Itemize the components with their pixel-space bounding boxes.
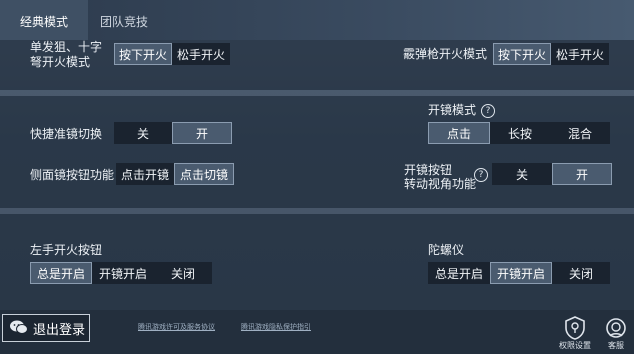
- permission-settings-label: 权限设置: [559, 341, 591, 350]
- scope-btn-view-label-line1: 开镜按钮: [404, 163, 453, 177]
- customer-service-label: 客服: [608, 341, 624, 350]
- scope-mode-hold-button[interactable]: 长按: [490, 122, 550, 144]
- side-scope-open-button[interactable]: 点击开镜: [116, 163, 174, 185]
- gyro-off-button[interactable]: 关闭: [552, 262, 610, 284]
- quick-scope-on-button[interactable]: 开: [172, 122, 232, 144]
- shotgun-press-fire-button[interactable]: 按下开火: [493, 43, 551, 65]
- headset-icon: [600, 316, 632, 340]
- scope-btn-view-off-button[interactable]: 关: [492, 163, 552, 185]
- privacy-guide-link[interactable]: 腾讯游戏隐私保护指引: [241, 322, 311, 332]
- scope-mode-segmented: 点击 长按 混合: [428, 122, 610, 144]
- bottom-bar: [0, 310, 634, 354]
- gyro-segmented: 总是开启 开镜开启 关闭: [428, 262, 610, 284]
- left-fire-off-button[interactable]: 关闭: [154, 262, 212, 284]
- sniper-fire-label-line2: 弩开火模式: [30, 55, 91, 69]
- wechat-icon: [9, 319, 29, 338]
- permission-settings-button[interactable]: 权限设置: [556, 316, 594, 351]
- scope-btn-view-on-button[interactable]: 开: [552, 163, 612, 185]
- gyro-always-button[interactable]: 总是开启: [428, 262, 490, 284]
- side-scope-segmented: 点击开镜 点击切镜: [116, 163, 234, 185]
- shotgun-fire-label: 霰弹枪开火模式: [403, 47, 488, 61]
- shield-icon: [556, 316, 594, 340]
- sniper-fire-label-line1: 单发狙、十字: [30, 40, 103, 54]
- scope-mode-label: 开镜模式: [428, 103, 477, 117]
- side-scope-label: 侧面镜按钮功能: [30, 168, 115, 182]
- gyro-label: 陀螺仪: [428, 243, 465, 257]
- quick-scope-label: 快捷准镜切换: [30, 127, 103, 141]
- scope-mode-mixed-button[interactable]: 混合: [550, 122, 610, 144]
- left-fire-scope-button[interactable]: 开镜开启: [92, 262, 154, 284]
- scope-btn-view-help-icon[interactable]: ?: [474, 168, 488, 182]
- quick-scope-off-button[interactable]: 关: [114, 122, 172, 144]
- scope-mode-help-icon[interactable]: ?: [481, 104, 495, 118]
- gyro-scope-button[interactable]: 开镜开启: [490, 262, 552, 284]
- tab-bar: 经典模式 团队竞技: [0, 0, 634, 40]
- scope-btn-view-label-line2: 转动视角功能: [404, 177, 477, 191]
- scope-mode-tap-button[interactable]: 点击: [428, 122, 490, 144]
- logout-label: 退出登录: [33, 322, 86, 338]
- shotgun-release-fire-button[interactable]: 松手开火: [551, 43, 609, 65]
- left-fire-label: 左手开火按钮: [30, 243, 103, 257]
- customer-service-button[interactable]: 客服: [600, 316, 632, 351]
- logout-button[interactable]: 退出登录: [2, 314, 90, 342]
- quick-scope-segmented: 关 开: [114, 122, 232, 144]
- shotgun-fire-segmented: 按下开火 松手开火: [493, 43, 609, 65]
- sniper-release-fire-button[interactable]: 松手开火: [172, 43, 230, 65]
- scope-btn-view-segmented: 关 开: [492, 163, 612, 185]
- tab-team-deathmatch[interactable]: 团队竞技: [88, 0, 160, 40]
- left-fire-always-button[interactable]: 总是开启: [30, 262, 92, 284]
- sniper-press-fire-button[interactable]: 按下开火: [114, 43, 172, 65]
- scope-panel: [0, 96, 634, 208]
- sniper-fire-segmented: 按下开火 松手开火: [114, 43, 230, 65]
- service-agreement-link[interactable]: 腾讯游戏许可及服务协议: [138, 322, 215, 332]
- left-fire-segmented: 总是开启 开镜开启 关闭: [30, 262, 212, 284]
- tab-classic-mode[interactable]: 经典模式: [0, 0, 88, 40]
- side-scope-switch-button[interactable]: 点击切镜: [174, 163, 234, 185]
